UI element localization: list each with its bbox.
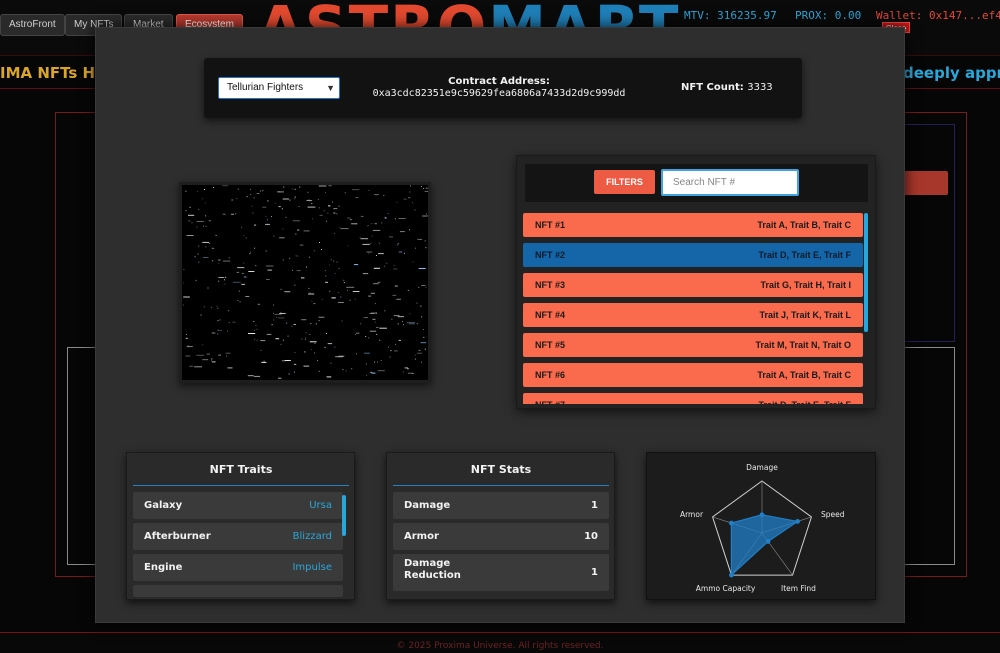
stat-row: Damage Reduction 1 — [393, 554, 609, 591]
radar-axis-label: Damage — [746, 463, 778, 472]
trait-row: Afterburner Blizzard — [133, 523, 343, 550]
stat-value: 1 — [591, 567, 598, 578]
nft-list-row[interactable]: NFT #1 Trait A, Trait B, Trait C — [523, 213, 863, 237]
nft-list-row[interactable]: NFT #5 Trait M, Trait N, Trait O — [523, 333, 863, 357]
trait-row: Engine Impulse — [133, 554, 343, 581]
nft-traits-card: NFT Traits Galaxy Ursa Afterburner Blizz… — [126, 452, 355, 600]
radar-axis-label: Speed — [821, 510, 845, 519]
nft-row-traits: Trait M, Trait N, Trait O — [755, 340, 851, 350]
nft-list-row[interactable]: NFT #3 Trait G, Trait H, Trait I — [523, 273, 863, 297]
stat-row: Damage 1 — [393, 492, 609, 519]
nft-count-value: 3333 — [747, 82, 773, 93]
stats-title: NFT Stats — [470, 463, 532, 476]
nft-count: NFT Count: 3333 — [681, 82, 773, 93]
list-scrollbar[interactable] — [864, 213, 868, 332]
radar-axis-label: Armor — [680, 510, 704, 519]
contract-info-bar: Tellurian Fighters ▼ Contract Address: 0… — [204, 58, 802, 118]
nft-row-traits: Trait D, Trait E, Trait F — [758, 250, 851, 260]
marquee-text-right: deeply appre — [903, 64, 1000, 82]
nft-row-id: NFT #6 — [535, 370, 566, 380]
stat-value: 1 — [591, 500, 598, 511]
radar-point — [765, 539, 771, 544]
starfield-image — [182, 185, 428, 379]
filters-button[interactable]: FILTERS — [594, 170, 655, 194]
nft-list-panel: FILTERS Search NFT # NFT #1 Trait A, Trai… — [516, 155, 876, 409]
filter-bar: FILTERS Search NFT # — [525, 164, 868, 202]
nft-row-traits: Trait D, Trait E, Trait F — [758, 400, 851, 404]
trait-key: Afterburner — [144, 531, 211, 542]
radar-point — [795, 519, 801, 524]
trait-key: Galaxy — [144, 500, 183, 511]
nft-row-id: NFT #3 — [535, 280, 566, 290]
radar-point — [728, 520, 734, 526]
nft-row-id: NFT #1 — [535, 220, 566, 230]
stat-key: Armor — [404, 531, 439, 542]
nft-list-row[interactable]: NFT #6 Trait A, Trait B, Trait C — [523, 363, 863, 387]
nft-count-label: NFT Count: — [681, 82, 744, 93]
nft-row-traits: Trait A, Trait B, Trait C — [757, 220, 851, 230]
mtv-readout: MTV: 316235.97 — [684, 9, 777, 22]
nft-row-id: NFT #4 — [535, 310, 566, 320]
trait-value: Impulse — [292, 562, 332, 573]
wallet-readout[interactable]: Wallet: 0x147...ef443 — [876, 9, 1000, 22]
radar-point — [759, 512, 765, 518]
traits-underline — [133, 485, 349, 486]
stat-value: 10 — [584, 531, 598, 542]
contract-address-label: Contract Address: — [448, 76, 550, 87]
radar-series-area — [730, 514, 800, 577]
stat-key: Damage Reduction — [404, 558, 461, 581]
nft-list-row[interactable]: NFT #4 Trait J, Trait K, Trait L — [523, 303, 863, 327]
stat-key: Damage — [404, 500, 451, 511]
collection-select-value: Tellurian Fighters — [227, 82, 304, 93]
trait-key: Engine — [144, 562, 183, 573]
nft-viewer-modal: Tellurian Fighters ▼ Contract Address: 0… — [95, 27, 905, 623]
trait-row: Galaxy Ursa — [133, 492, 343, 519]
nft-list-row[interactable]: NFT #2 Trait D, Trait E, Trait F — [523, 243, 863, 267]
prox-readout: PROX: 0.00 — [795, 9, 862, 22]
page: AstroFront My NFTs Market Ecosystem ASTR… — [0, 0, 1000, 653]
stats-underline — [393, 485, 609, 486]
nft-row-id: NFT #5 — [535, 340, 566, 350]
radar-chart-card: Damage Speed Item Find Ammo Capacity Armor — [646, 452, 876, 600]
nft-list-row[interactable]: NFT #7 Trait D, Trait E, Trait F — [523, 393, 863, 404]
radar-axis-label: Item Find — [781, 584, 816, 593]
trait-row-partial — [133, 585, 343, 597]
trait-value: Ursa — [309, 500, 332, 511]
radar-point — [729, 572, 734, 578]
nft-row-id: NFT #2 — [535, 250, 566, 260]
radar-axis-label: Ammo Capacity — [696, 584, 756, 593]
nft-image — [179, 182, 431, 383]
nft-row-traits: Trait J, Trait K, Trait L — [759, 310, 851, 320]
traits-scrollbar[interactable] — [342, 495, 346, 536]
nft-stats-card: NFT Stats Damage 1 Armor 10 Damage Reduc… — [386, 452, 615, 600]
radar-chart: Damage Speed Item Find Ammo Capacity Armor — [680, 463, 845, 593]
background-button — [903, 171, 948, 195]
site-footer: © 2025 Proxima Universe. All rights rese… — [0, 632, 1000, 653]
traits-title: NFT Traits — [209, 463, 273, 476]
nft-row-traits: Trait A, Trait B, Trait C — [757, 370, 851, 380]
search-input[interactable]: Search NFT # — [661, 169, 799, 196]
marquee-text-left: IMA NFTs HA — [0, 64, 107, 82]
nft-list: NFT #1 Trait A, Trait B, Trait C NFT #2 Tra… — [523, 213, 863, 404]
nft-row-id: NFT #7 — [535, 400, 565, 404]
trait-value: Blizzard — [292, 531, 332, 542]
stat-row: Armor 10 — [393, 523, 609, 550]
collection-select[interactable]: Tellurian Fighters ▼ — [218, 77, 340, 99]
chevron-down-icon: ▼ — [326, 83, 335, 93]
contract-address-value: 0xa3cdc82351e9c59629fea6806a7433d2d9c999… — [372, 88, 626, 99]
nft-row-traits: Trait G, Trait H, Trait I — [760, 280, 851, 290]
nav-astrofront[interactable]: AstroFront — [0, 14, 65, 36]
